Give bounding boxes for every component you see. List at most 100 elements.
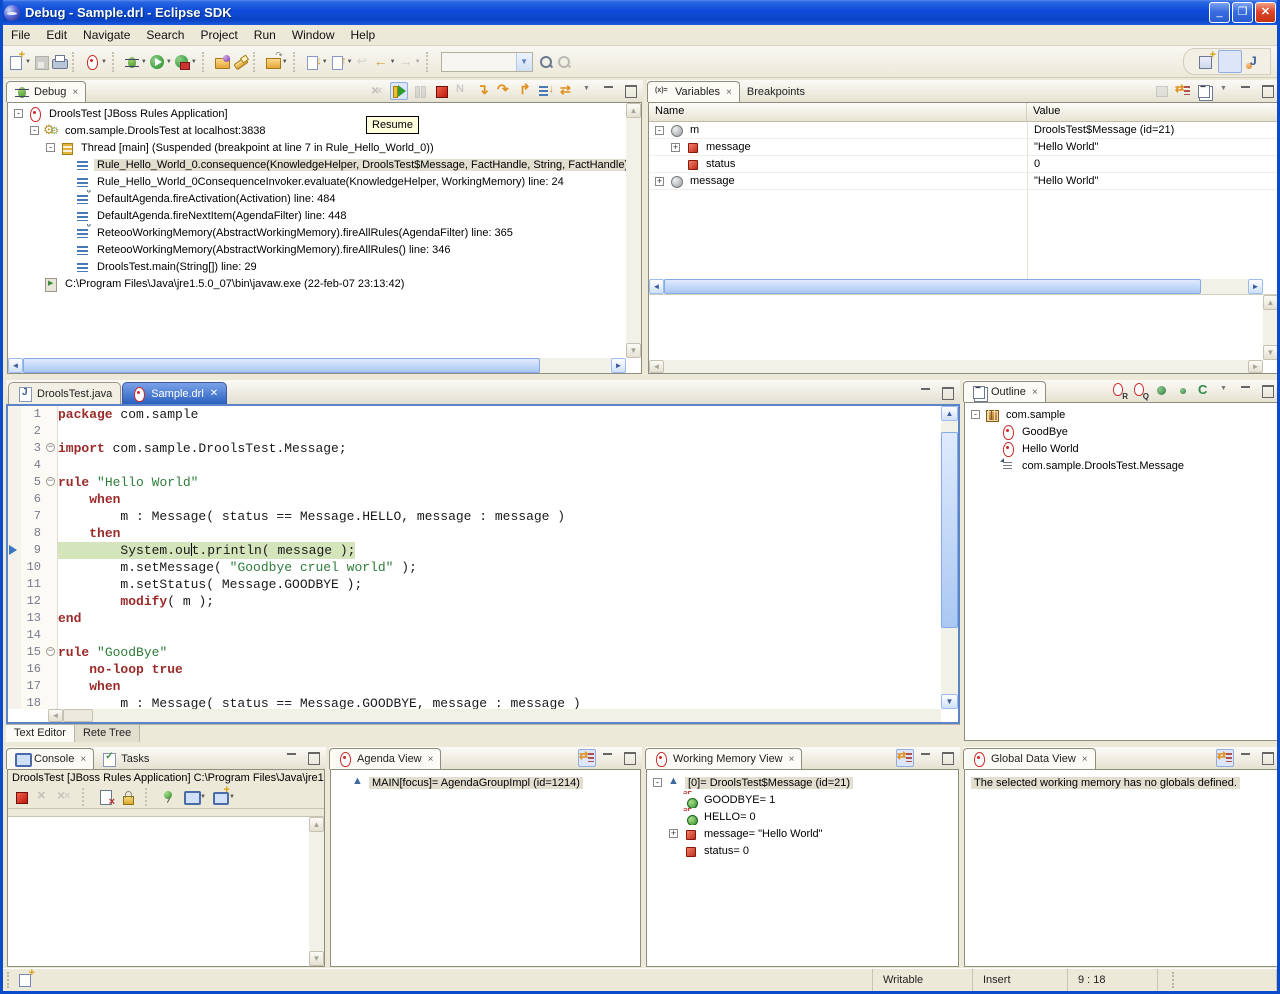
- scroll-up-icon[interactable]: ▲: [941, 406, 958, 421]
- view-tab[interactable]: Tasks ×: [94, 748, 156, 769]
- toolbar-button[interactable]: ▼ ▼: [264, 50, 289, 74]
- restore-window-button[interactable]: ❐: [1232, 2, 1253, 23]
- dropdown-arrow-icon[interactable]: ▼: [415, 59, 421, 65]
- minimize-window-button[interactable]: _: [1209, 2, 1230, 23]
- dropdown-arrow-icon[interactable]: ▼: [347, 59, 353, 65]
- debug-toolbar-button[interactable]: [600, 82, 618, 100]
- fold-collapse-icon[interactable]: −: [46, 477, 55, 486]
- close-tab-icon[interactable]: ×: [428, 754, 434, 765]
- outline-tree-row[interactable]: com.sample.DroolsTest.Message: [965, 457, 1278, 474]
- column-value[interactable]: Value: [1027, 103, 1278, 121]
- toolbar-button[interactable]: ▼ ▼: [202, 52, 209, 72]
- global-toolbar-button[interactable]: [1216, 749, 1234, 767]
- code-line[interactable]: 12 − modify( m );: [8, 593, 941, 610]
- variables-toolbar-button[interactable]: [1216, 82, 1234, 100]
- expand-toggle[interactable]: -: [30, 126, 39, 135]
- annotation-ruler[interactable]: [8, 423, 21, 440]
- debug-toolbar-button[interactable]: [558, 82, 576, 100]
- editor-tab[interactable]: DroolsTest.java ✕: [8, 382, 121, 404]
- dropdown-arrow-icon[interactable]: ▼: [191, 59, 197, 65]
- scroll-right-icon[interactable]: ►: [1248, 279, 1263, 294]
- code-line[interactable]: 17 − when: [8, 678, 941, 695]
- debug-toolbar-button[interactable]: [537, 82, 555, 100]
- scroll-left-icon[interactable]: ◄: [8, 358, 23, 373]
- close-tab-icon[interactable]: ✕: [210, 388, 218, 399]
- expand-toggle[interactable]: -: [14, 109, 23, 118]
- debug-tree-row[interactable]: DefaultAgenda.fireNextItem(AgendaFilter)…: [8, 207, 641, 224]
- annotation-ruler[interactable]: [8, 508, 21, 525]
- outline-toolbar-button[interactable]: [1132, 382, 1150, 400]
- code-line[interactable]: 1 − package com.sample: [8, 406, 941, 423]
- debug-tree-row[interactable]: - DroolsTest [JBoss Rules Application]: [8, 105, 641, 122]
- outline-toolbar-button[interactable]: [1153, 382, 1171, 400]
- console-toolbar-button[interactable]: ▼: [160, 788, 178, 806]
- code-line[interactable]: 8 − then: [8, 525, 941, 542]
- editor-tab[interactable]: Sample.drl ✕: [122, 382, 227, 404]
- debug-toolbar-button[interactable]: [390, 82, 408, 100]
- debug-tree-row[interactable]: Rule_Hello_World_0ConsequenceInvoker.eva…: [8, 173, 641, 190]
- variables-toolbar-button[interactable]: [1237, 82, 1255, 100]
- console-toolbar-button[interactable]: ▼: [211, 788, 236, 806]
- wm-tree-row[interactable]: + message= "Hello World": [647, 825, 958, 842]
- toolbar-button[interactable]: ▼ ▼: [293, 52, 300, 72]
- dropdown-arrow-icon[interactable]: ▼: [141, 59, 147, 65]
- debug-tree-row[interactable]: Rule_Hello_World_0.consequence(Knowledge…: [8, 156, 641, 173]
- close-tab-icon[interactable]: ×: [1032, 387, 1038, 398]
- fold-collapse-icon[interactable]: −: [46, 443, 55, 452]
- editor-mode-tab[interactable]: Text Editor: [6, 725, 75, 742]
- debug-toolbar-button[interactable]: [411, 82, 429, 100]
- debug-tree-row[interactable]: ReteooWorkingMemory(AbstractWorkingMemor…: [8, 241, 641, 258]
- close-window-button[interactable]: ✕: [1255, 2, 1276, 23]
- fast-view-icon[interactable]: [17, 972, 33, 988]
- code-line[interactable]: 13 − end: [8, 610, 941, 627]
- fold-collapse-icon[interactable]: −: [46, 647, 55, 656]
- menu-item[interactable]: Navigate: [75, 26, 138, 44]
- tab-debug[interactable]: Debug ×: [6, 81, 86, 102]
- annotation-ruler[interactable]: [8, 525, 21, 542]
- dropdown-arrow-icon[interactable]: ▼: [101, 59, 107, 65]
- annotation-ruler[interactable]: [8, 695, 21, 709]
- console-toolbar-button[interactable]: ▼: [182, 788, 207, 806]
- outline-toolbar-button[interactable]: [1258, 382, 1276, 400]
- close-tab-icon[interactable]: ×: [1082, 754, 1088, 765]
- console-output[interactable]: ▲ ▼: [8, 816, 324, 966]
- wm-toolbar-button[interactable]: [917, 749, 935, 767]
- annotation-ruler[interactable]: [8, 644, 21, 661]
- code-line[interactable]: 9 − System.out.println( message );: [8, 542, 941, 559]
- editor-mode-tab[interactable]: Rete Tree: [75, 725, 140, 742]
- toolbar-button[interactable]: ▼ ▼: [372, 50, 397, 74]
- toolbar-button[interactable]: ▼ ▼: [7, 50, 32, 74]
- annotation-ruler[interactable]: [8, 576, 21, 593]
- console-vscrollbar[interactable]: ▲ ▼: [309, 817, 324, 966]
- dropdown-arrow-icon[interactable]: ▼: [390, 59, 396, 65]
- code-line[interactable]: 5 − rule "Hello World": [8, 474, 941, 491]
- variable-row[interactable]: - m DroolsTest$Message (id=21): [649, 122, 1278, 139]
- toolbar-button[interactable]: ▼ ▼: [555, 50, 573, 74]
- editor-hscrollbar[interactable]: ◄: [48, 709, 941, 722]
- expand-toggle[interactable]: +: [655, 177, 664, 186]
- outline-tree-row[interactable]: - com.sample: [965, 406, 1278, 423]
- annotation-ruler[interactable]: [8, 610, 21, 627]
- view-tab[interactable]: Variables ×: [647, 81, 740, 102]
- annotation-ruler[interactable]: [8, 542, 21, 559]
- close-tab-icon[interactable]: ×: [80, 754, 86, 765]
- menu-item[interactable]: Project: [192, 26, 245, 44]
- code-line[interactable]: 7 − m : Message( status == Message.HELLO…: [8, 508, 941, 525]
- dropdown-arrow-icon[interactable]: ▼: [166, 59, 172, 65]
- close-tab-icon[interactable]: ×: [72, 87, 78, 98]
- debug-tree-row[interactable]: ReteooWorkingMemory(AbstractWorkingMemor…: [8, 224, 641, 241]
- detail-vscrollbar[interactable]: ▲ ▼: [1263, 295, 1278, 360]
- agenda-tree-row[interactable]: MAIN[focus]= AgendaGroupImpl (id=1214): [331, 774, 640, 791]
- code-line[interactable]: 6 − when: [8, 491, 941, 508]
- close-tab-icon[interactable]: ×: [726, 87, 732, 98]
- toolbar-button[interactable]: ▼ ▼: [112, 52, 119, 72]
- annotation-ruler[interactable]: [8, 474, 21, 491]
- code-line[interactable]: 4 −: [8, 457, 941, 474]
- tab-global-data-view[interactable]: Global Data View ×: [963, 748, 1096, 769]
- tab-agenda-view[interactable]: Agenda View ×: [329, 748, 441, 769]
- code-line[interactable]: 11 − m.setStatus( Message.GOODBYE );: [8, 576, 941, 593]
- code-line[interactable]: 18 − m : Message( status == Message.GOOD…: [8, 695, 941, 709]
- dropdown-arrow-icon[interactable]: ▼: [322, 59, 328, 65]
- expand-toggle[interactable]: -: [653, 778, 662, 787]
- expand-toggle[interactable]: +: [669, 829, 678, 838]
